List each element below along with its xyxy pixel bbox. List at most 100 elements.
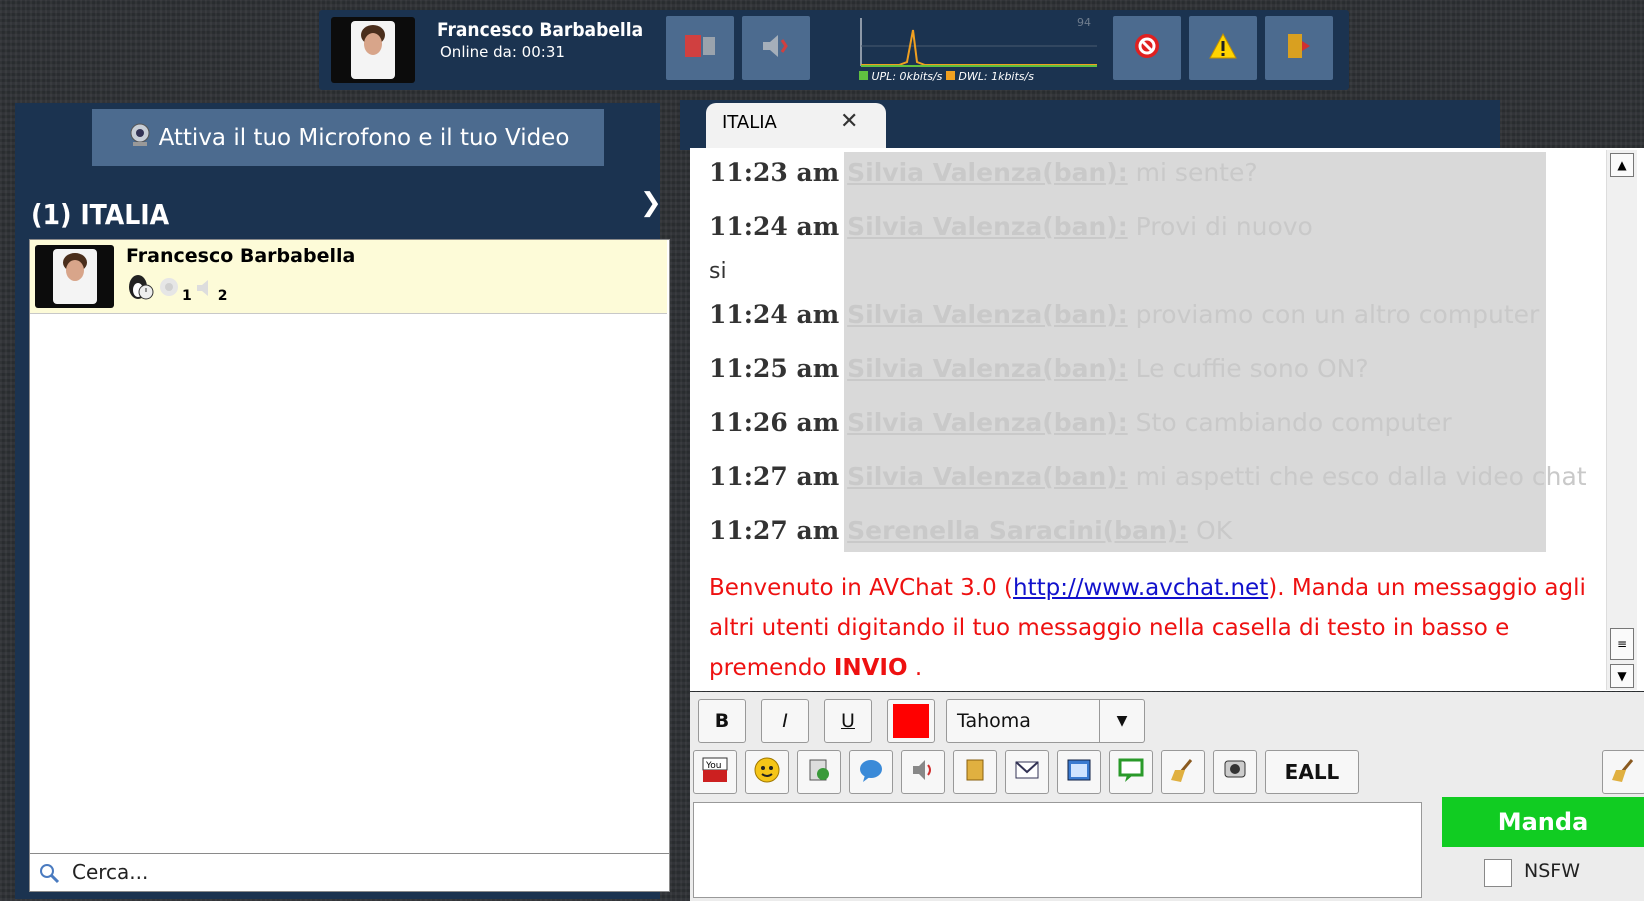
send-button[interactable]: Manda (1442, 797, 1644, 847)
clear-chat-button[interactable] (1602, 750, 1644, 794)
message-text: mi aspetti che esco dalla video chat (1135, 462, 1587, 491)
chat-message: 11:25 am Silvia Valenza(ban): Le cuffie … (709, 354, 1369, 383)
block-icon (1132, 31, 1162, 65)
block-button[interactable] (1113, 16, 1181, 80)
upload-rate: UPL: 0kbits/s (871, 70, 943, 83)
message-user[interactable]: Silvia Valenza(ban): (847, 462, 1128, 491)
message-time: 11:27 am (709, 516, 840, 545)
avatar[interactable] (331, 17, 415, 83)
close-icon[interactable]: ✕ (840, 109, 858, 134)
tab-italia[interactable]: ITALIA ✕ (706, 103, 886, 148)
message-text: Sto cambiando computer (1135, 408, 1452, 437)
message-user[interactable]: Serenella Saracini(ban): (847, 516, 1188, 545)
svg-text:You: You (705, 761, 722, 771)
font-select[interactable]: Tahoma ▼ (946, 699, 1145, 743)
sound-button[interactable] (901, 750, 945, 794)
message-text: Provi di nuovo (1135, 212, 1313, 241)
scroll-up-icon[interactable]: ▲ (1610, 153, 1634, 177)
list-item[interactable]: Francesco Barbabella 1 2 (30, 240, 667, 314)
broom-icon (1169, 756, 1197, 788)
chat-message: 11:27 am Silvia Valenza(ban): mi aspetti… (709, 462, 1587, 491)
broom-icon (1610, 756, 1638, 788)
mail-button[interactable] (1005, 750, 1049, 794)
nsfw-checkbox[interactable] (1484, 859, 1512, 887)
scroll-down-icon[interactable]: ▼ (1610, 664, 1634, 688)
activate-mic-video-button[interactable]: Attiva il tuo Microfono e il tuo Video (92, 109, 604, 166)
chat-message: 11:27 am Serenella Saracini(ban): OK (709, 516, 1232, 545)
chevron-down-icon[interactable]: ▼ (1099, 700, 1144, 742)
message-user[interactable]: Silvia Valenza(ban): (847, 408, 1128, 437)
attachment-icon (805, 756, 833, 788)
smiley-icon (753, 756, 781, 788)
file-send-button[interactable] (797, 750, 841, 794)
message-time: 11:24 am (709, 212, 840, 241)
exit-door-icon (1284, 31, 1314, 65)
welcome-bold: INVIO (833, 655, 908, 681)
nsfw-label: NSFW (1524, 860, 1580, 882)
search-input[interactable]: Cerca... (72, 860, 148, 884)
camera-off-icon (683, 31, 717, 65)
message-time: 11:25 am (709, 354, 840, 383)
message-user[interactable]: Silvia Valenza(ban): (847, 354, 1128, 383)
message-user[interactable]: Silvia Valenza(ban): (847, 158, 1128, 187)
speech-bubble-icon (857, 756, 885, 788)
message-time: 11:23 am (709, 158, 840, 187)
youtube-icon: You (701, 756, 729, 788)
font-select-value: Tahoma (957, 710, 1031, 732)
message-user[interactable]: Silvia Valenza(ban): (847, 300, 1128, 329)
chat-bubble-button[interactable] (1109, 750, 1153, 794)
collapse-chevron-icon[interactable]: ❯ (640, 188, 662, 218)
speaker-icon (759, 31, 793, 65)
message-input[interactable] (693, 802, 1422, 898)
message-text: Le cuffie sono ON? (1135, 354, 1369, 383)
current-user-name: Francesco Barbabella (437, 19, 644, 41)
welcome-text: . (907, 655, 923, 681)
scroll-button[interactable] (953, 750, 997, 794)
chat-message: 11:24 am Silvia Valenza(ban): Provi di n… (709, 212, 1313, 241)
webcam-disabled-icon (158, 276, 180, 304)
emoticons-button[interactable] (745, 750, 789, 794)
bandwidth-chart (860, 18, 1097, 67)
graph-peak-value: 94 (1077, 16, 1091, 29)
search-field[interactable]: Cerca... (29, 853, 670, 892)
underline-button[interactable]: U (824, 699, 872, 743)
audio-toggle-button[interactable] (742, 16, 810, 80)
message-user[interactable]: Silvia Valenza(ban): (847, 212, 1128, 241)
italic-button[interactable]: I (761, 699, 809, 743)
message-text: OK (1196, 516, 1233, 545)
report-button[interactable] (1189, 16, 1257, 80)
message-time: 11:26 am (709, 408, 840, 437)
private-chat-button[interactable] (849, 750, 893, 794)
top-status-bar: Francesco Barbabella Online da: 00:31 94… (319, 10, 1349, 90)
youtube-button[interactable]: You (693, 750, 737, 794)
chat-scrollbar[interactable]: ▲ ≡ ▼ (1606, 150, 1637, 690)
search-icon (38, 862, 60, 888)
badge-count: 1 (182, 288, 192, 304)
exit-button[interactable] (1265, 16, 1333, 80)
video-toggle-button[interactable] (666, 16, 734, 80)
text-color-button[interactable] (887, 699, 935, 743)
clear-button[interactable] (1161, 750, 1205, 794)
eall-button[interactable]: EALL (1265, 750, 1359, 794)
welcome-text: Benvenuto in AVChat 3.0 ( (709, 575, 1014, 601)
mail-icon (1013, 756, 1041, 788)
tab-label: ITALIA (722, 112, 777, 133)
bold-button[interactable]: B (698, 699, 746, 743)
window-button[interactable] (1057, 750, 1101, 794)
activate-mic-video-label: Attiva il tuo Microfono e il tuo Video (158, 124, 570, 151)
message-text: mi sente? (1135, 158, 1258, 187)
badge-count: 2 (217, 288, 228, 304)
avatar (35, 245, 114, 308)
message-time: 11:24 am (709, 300, 840, 329)
warning-icon (1208, 31, 1238, 65)
message-time: 11:27 am (709, 462, 840, 491)
message-text: proviamo con un altro computer (1135, 300, 1540, 329)
user-status-icons: 1 2 (126, 272, 228, 304)
user-list: Francesco Barbabella 1 2 (29, 239, 670, 854)
scroll-paper-icon (961, 756, 989, 788)
avchat-link[interactable]: http://www.avchat.net (1013, 575, 1268, 601)
webcam-button[interactable] (1213, 750, 1257, 794)
color-swatch (893, 704, 929, 738)
scroll-thumb[interactable]: ≡ (1610, 628, 1634, 660)
chat-plain-line: si (709, 259, 727, 284)
